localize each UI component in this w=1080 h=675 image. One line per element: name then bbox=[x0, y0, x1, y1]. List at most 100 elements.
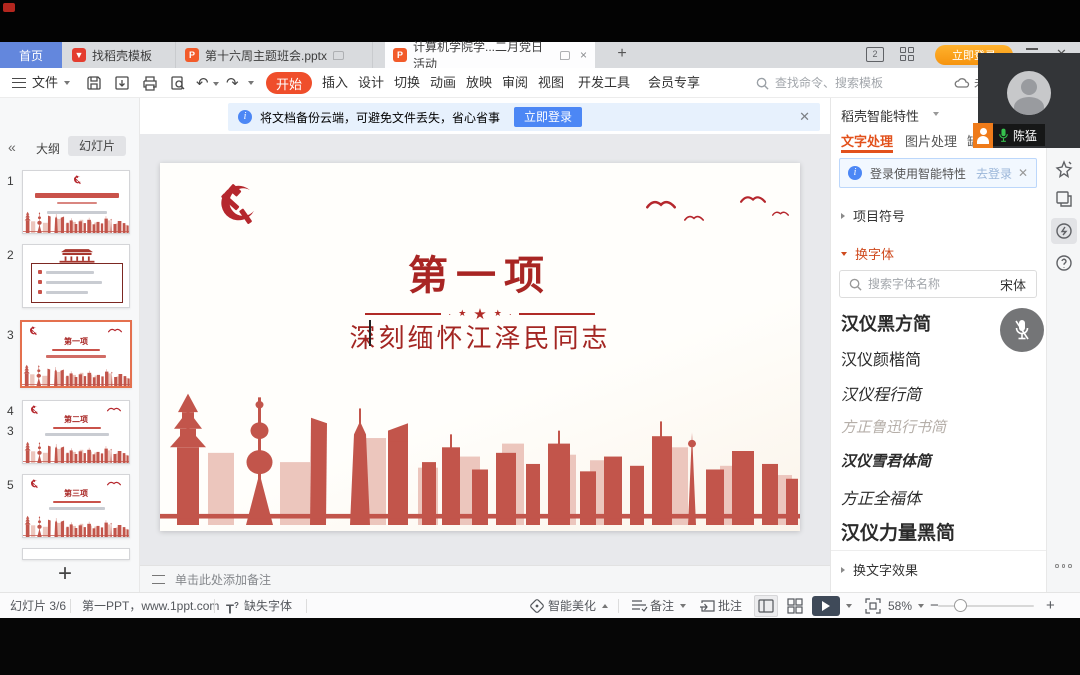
new-tab-button[interactable]: + bbox=[612, 44, 632, 64]
section-change-font[interactable]: 换字体 bbox=[841, 244, 894, 263]
current-font-dropdown[interactable]: 宋体 bbox=[1000, 275, 1026, 294]
windows-icon[interactable] bbox=[1055, 190, 1073, 208]
participant-name: 陈猛 bbox=[1013, 127, 1037, 144]
menu-tab-insert[interactable]: 插入 bbox=[322, 68, 348, 98]
statusbar: 幻灯片 3/6 第一PPT，www.1ppt.com T? 缺失字体 智能美化 … bbox=[0, 592, 1080, 618]
redo-icon[interactable]: ↷ bbox=[226, 68, 239, 98]
tab-outline[interactable]: 大纲 bbox=[36, 140, 60, 157]
font-search-input[interactable] bbox=[868, 277, 976, 291]
mic-muted-button[interactable] bbox=[1000, 308, 1044, 352]
help-icon[interactable] bbox=[1055, 254, 1073, 272]
dismiss-notification-icon[interactable]: ✕ bbox=[799, 109, 810, 125]
zoom-caret-icon[interactable] bbox=[918, 604, 924, 608]
active-tab-underline bbox=[841, 150, 893, 153]
file-caret-icon[interactable] bbox=[64, 81, 70, 85]
tab-docer-templates[interactable]: ▼ 找稻壳模板 bbox=[64, 42, 176, 68]
tab-image-processing[interactable]: 图片处理 bbox=[905, 131, 957, 150]
slide-thumbnail-2[interactable] bbox=[22, 244, 130, 308]
font-option[interactable]: 方正全福体 bbox=[841, 485, 921, 509]
menu-tab-design[interactable]: 设计 bbox=[358, 68, 384, 98]
font-option[interactable]: 汉仪颜楷简 bbox=[841, 346, 921, 370]
zoom-in-button[interactable]: + bbox=[1046, 593, 1055, 619]
dismiss-notice-icon[interactable]: ✕ bbox=[1018, 166, 1028, 180]
slide-thumbnail-5[interactable]: 第三项 bbox=[22, 474, 130, 538]
save-icon[interactable] bbox=[86, 75, 102, 91]
slide-thumbnail-1[interactable] bbox=[22, 170, 130, 234]
undo-icon[interactable]: ↶ bbox=[196, 68, 209, 98]
collapse-panel-icon[interactable]: « bbox=[8, 139, 16, 155]
beautify-caret-icon[interactable] bbox=[602, 604, 608, 608]
command-search[interactable] bbox=[756, 73, 946, 93]
notes-button[interactable]: 备注 bbox=[650, 593, 674, 619]
tab-party-activity-active[interactable]: P 计算机学院学...二月党日活动 × bbox=[385, 42, 595, 68]
notification-login-button[interactable]: 立即登录 bbox=[514, 107, 582, 127]
panel-caret-icon[interactable] bbox=[933, 112, 939, 116]
zoom-slider-knob[interactable] bbox=[954, 599, 967, 612]
tab-text-processing[interactable]: 文字处理 bbox=[841, 131, 893, 150]
font-option[interactable]: 汉仪力量黑简 bbox=[841, 518, 955, 545]
window-switch-icon[interactable]: 2 bbox=[866, 47, 884, 62]
zoom-level[interactable]: 58% bbox=[888, 593, 912, 619]
fit-window-icon[interactable] bbox=[864, 597, 882, 615]
menu-tab-review[interactable]: 审阅 bbox=[502, 68, 528, 98]
bird-icon bbox=[646, 197, 676, 210]
undo-caret-icon[interactable] bbox=[213, 82, 219, 86]
menu-tab-slideshow[interactable]: 放映 bbox=[466, 68, 492, 98]
menu-tab-home-active[interactable]: 开始 bbox=[266, 72, 312, 94]
skyline-art bbox=[160, 377, 800, 525]
editor-area: i 将文档备份云端，可避免文件丢失，省心省事 立即登录 ✕ 第一项 · bbox=[140, 98, 830, 592]
go-login-link[interactable]: 去登录 bbox=[976, 165, 1012, 182]
section-text-effects[interactable]: 换文字效果 bbox=[841, 560, 918, 579]
font-search-box[interactable]: 宋体 bbox=[839, 270, 1037, 298]
workspace-grid-icon[interactable] bbox=[900, 47, 916, 63]
slide-thumbnail-6-partial[interactable] bbox=[22, 548, 130, 560]
menu-tab-transition[interactable]: 切换 bbox=[394, 68, 420, 98]
more-options-icon[interactable] bbox=[1055, 564, 1072, 568]
bird-icon bbox=[740, 193, 766, 204]
menu-tab-animation[interactable]: 动画 bbox=[430, 68, 456, 98]
tab-slides-active[interactable]: 幻灯片 bbox=[68, 136, 126, 156]
font-option[interactable]: 汉仪雪君体简 bbox=[841, 450, 931, 471]
section-bullets[interactable]: 项目符号 bbox=[841, 206, 905, 225]
slide-number: 2 bbox=[7, 248, 14, 262]
tab-home[interactable]: 首页 bbox=[0, 42, 62, 68]
notes-bar[interactable]: 单击此处添加备注 bbox=[140, 565, 830, 592]
birds-art bbox=[107, 406, 121, 412]
font-option[interactable]: 汉仪程行简 bbox=[841, 381, 921, 405]
notes-caret-icon[interactable] bbox=[680, 604, 686, 608]
minimize-icon[interactable] bbox=[1026, 48, 1038, 50]
slide-subtitle[interactable]: 深刻缅怀江泽民同志 bbox=[160, 318, 800, 355]
smart-beautify-icon bbox=[528, 597, 546, 615]
play-slideshow-button[interactable] bbox=[812, 596, 840, 616]
command-search-input[interactable] bbox=[775, 76, 915, 90]
font-option[interactable]: 汉仪黑方简 bbox=[841, 310, 931, 336]
smart-feature-icon[interactable] bbox=[1055, 222, 1073, 240]
sparkle-star-icon[interactable] bbox=[1055, 160, 1073, 178]
slide-sorter-icon[interactable] bbox=[786, 597, 804, 615]
menu-tab-view[interactable]: 视图 bbox=[538, 68, 564, 98]
close-tab-icon[interactable]: × bbox=[580, 48, 587, 62]
print-preview-icon[interactable] bbox=[170, 75, 186, 91]
slide-title[interactable]: 第一项 bbox=[160, 243, 800, 301]
slide-thumbnail-3-selected[interactable]: 第一项 bbox=[20, 320, 132, 388]
comment-button[interactable]: 批注 bbox=[718, 593, 742, 619]
font-option[interactable]: 方正鲁迅行书简 bbox=[841, 416, 946, 437]
slide-number: 3 bbox=[7, 424, 14, 438]
play-caret-icon[interactable] bbox=[846, 604, 852, 608]
menu-tab-devtools[interactable]: 开发工具 bbox=[578, 68, 630, 98]
add-slide-button[interactable]: + bbox=[58, 560, 72, 588]
missing-font-button[interactable]: 缺失字体 bbox=[244, 593, 292, 619]
output-icon[interactable] bbox=[114, 75, 130, 91]
slide-thumbnail-4[interactable]: 第二项 bbox=[22, 400, 130, 464]
slide-canvas[interactable]: 第一项 ·★★★· 深刻缅怀江泽民同志 bbox=[160, 163, 800, 531]
file-menu[interactable]: 文件 bbox=[32, 68, 58, 98]
ribbon-collapse-caret-icon[interactable] bbox=[248, 81, 254, 85]
ppt-file-icon: P bbox=[185, 48, 199, 62]
tab-class-meeting-pptx[interactable]: P 第十六周主题班会.pptx bbox=[177, 42, 373, 68]
zoom-slider-track[interactable] bbox=[938, 605, 1034, 607]
print-icon[interactable] bbox=[142, 75, 158, 91]
hamburger-menu-icon[interactable] bbox=[12, 78, 26, 88]
smart-beautify-button[interactable]: 智能美化 bbox=[548, 593, 596, 619]
normal-view-icon[interactable] bbox=[757, 597, 775, 615]
menu-tab-membership[interactable]: 会员专享 bbox=[648, 68, 700, 98]
